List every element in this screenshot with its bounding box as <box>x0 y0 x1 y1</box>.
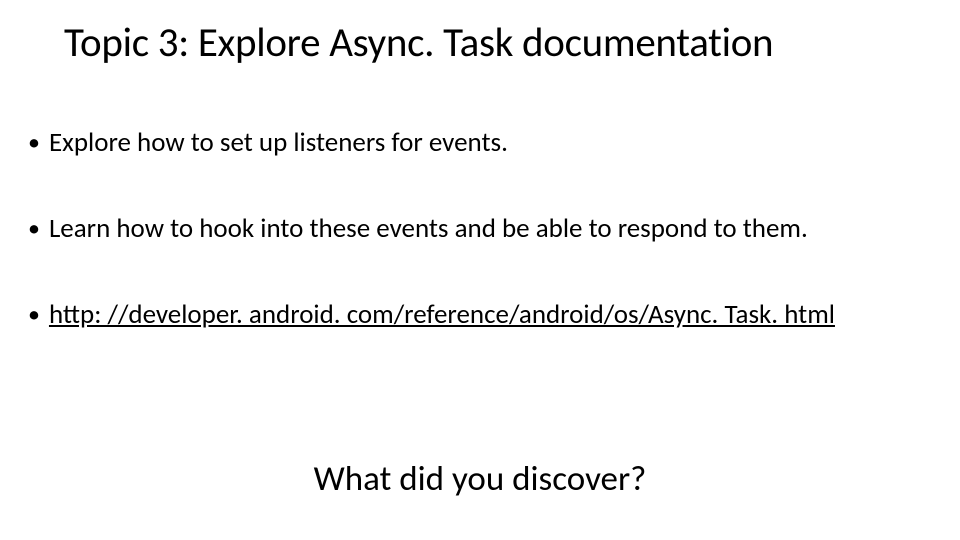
bullet-list: Explore how to set up listeners for even… <box>28 126 936 331</box>
bullet-text-1: Explore how to set up listeners for even… <box>49 126 508 160</box>
slide-title: Topic 3: Explore Async. Task documentati… <box>64 18 936 68</box>
slide-container: Topic 3: Explore Async. Task documentati… <box>0 0 960 540</box>
footer-question: What did you discover? <box>0 458 960 500</box>
bullet-text-2: Learn how to hook into these events and … <box>49 212 808 246</box>
bullet-link[interactable]: http: //developer. android. com/referenc… <box>49 298 835 332</box>
bullet-item-1: Explore how to set up listeners for even… <box>28 126 936 160</box>
bullet-item-3: http: //developer. android. com/referenc… <box>28 298 936 332</box>
bullet-item-2: Learn how to hook into these events and … <box>28 212 936 246</box>
